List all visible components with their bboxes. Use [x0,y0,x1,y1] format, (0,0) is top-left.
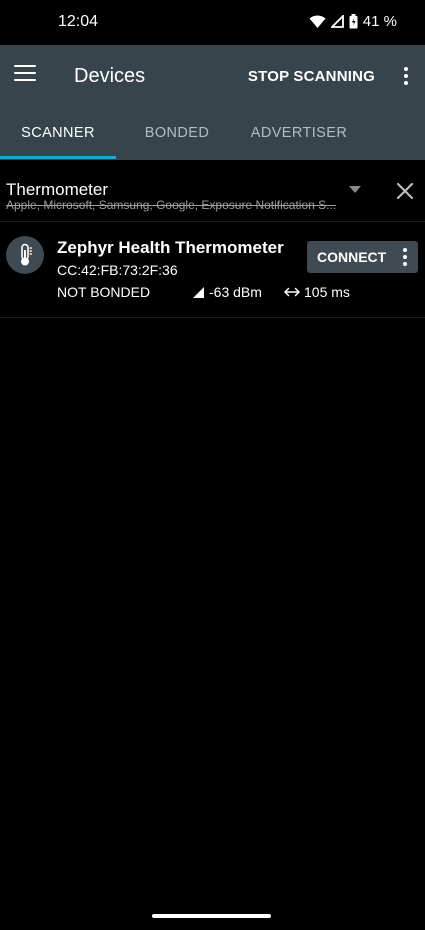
battery-percent: 41 % [362,13,397,30]
cell-signal-icon [330,15,344,28]
filter-uuid-list: Apple, Microsoft, Samsung, Google, Expos… [6,198,337,212]
battery-icon [349,14,358,29]
home-indicator[interactable] [152,914,271,918]
app-bar: Devices STOP SCANNING [0,45,425,107]
signal-strength-icon [193,286,204,298]
dropdown-arrow-icon[interactable] [349,186,361,194]
device-list-item[interactable]: Zephyr Health Thermometer CC:42:FB:73:2F… [0,222,425,318]
device-bond-status: NOT BONDED [57,284,151,300]
tab-scanner[interactable]: SCANNER [0,107,116,160]
tab-bar: SCANNER BONDED ADVERTISER [0,107,425,160]
interval-arrows-icon [284,287,300,297]
tab-indicator [0,156,116,159]
device-mac-address: CC:42:FB:73:2F:36 [57,262,178,278]
device-rssi: -63 dBm [192,284,262,300]
filter-bar[interactable]: Thermometer Apple, Microsoft, Samsung, G… [0,160,425,222]
wifi-icon [309,14,326,28]
connect-button-group: CONNECT [307,241,418,273]
interval-value: 105 ms [304,284,350,300]
status-time: 12:04 [58,13,99,30]
connect-button[interactable]: CONNECT [317,249,386,265]
filter-name[interactable]: Thermometer [6,180,108,200]
device-avatar [6,236,44,274]
status-bar: 12:04 41 % [0,0,425,45]
device-name: Zephyr Health Thermometer [57,238,284,257]
status-icons: 41 % [309,13,397,30]
hamburger-menu-icon[interactable] [14,65,36,83]
device-more-icon[interactable] [403,248,408,266]
device-interval: 105 ms [284,284,350,300]
overflow-menu-icon[interactable] [403,67,409,85]
stop-scanning-button[interactable]: STOP SCANNING [248,68,375,85]
tab-advertiser[interactable]: ADVERTISER [238,107,360,160]
tab-bonded[interactable]: BONDED [116,107,238,160]
page-title: Devices [74,65,146,87]
thermometer-icon [21,243,32,266]
close-icon[interactable] [396,182,414,200]
rssi-value: -63 dBm [209,284,262,300]
